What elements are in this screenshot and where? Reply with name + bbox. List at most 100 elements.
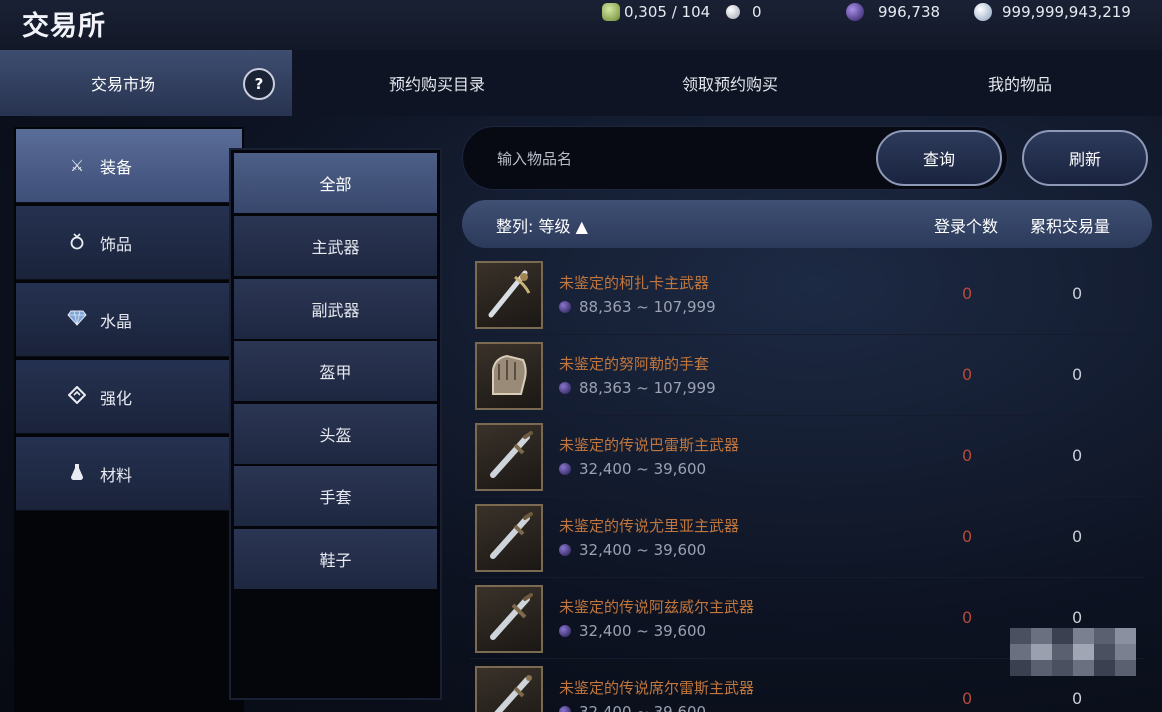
item-trade-volume: 0 [1072, 527, 1083, 546]
refresh-button[interactable]: 刷新 [1022, 130, 1148, 186]
item-price: 88,363 ~ 107,999 [559, 379, 716, 397]
tab-bar: 交易市场 ? 预约购买目录 领取预约购买 我的物品 [0, 50, 1162, 116]
weight-value: 0,305 / 104 [624, 3, 711, 21]
category-label: 水晶 [100, 311, 133, 331]
item-price-range: 32,400 ~ 39,600 [579, 703, 707, 712]
dark-gem-icon [559, 463, 571, 475]
item-trade-volume: 0 [1072, 284, 1083, 303]
dark-gem-icon [559, 382, 571, 394]
crystal-icon [66, 310, 88, 330]
subcategory-label: 全部 [319, 175, 352, 194]
item-name: 未鉴定的传说阿兹威尔主武器 [559, 598, 755, 616]
subcategory-sub-weapon[interactable]: 副武器 [234, 279, 437, 339]
tab-claim-reserve[interactable]: 领取预约购买 [582, 50, 878, 116]
category-label: 装备 [100, 157, 133, 177]
subcategory-label: 副武器 [311, 301, 360, 320]
sort-toggle[interactable]: 整列: 等级 ▲ [496, 213, 588, 237]
subcategory-gloves[interactable]: 手套 [234, 466, 437, 526]
item-name: 未鉴定的传说巴雷斯主武器 [559, 436, 740, 454]
item-registered-count: 0 [962, 689, 973, 708]
category-list: ⚔ 装备 饰品 水晶 强化 材料 [14, 127, 244, 712]
weight-display: 0,305 / 104 [602, 0, 710, 24]
column-header-registered[interactable]: 登录个数 [934, 213, 998, 237]
subcategory-label: 手套 [319, 488, 352, 507]
item-price-range: 88,363 ~ 107,999 [579, 298, 716, 316]
item-price: 88,363 ~ 107,999 [559, 298, 716, 316]
tab-my-items[interactable]: 我的物品 [878, 50, 1162, 116]
category-label: 饰品 [100, 234, 133, 254]
item-row[interactable]: 未鉴定的传说尤里亚主武器 32,400 ~ 39,600 0 0 [470, 497, 1144, 578]
ring-icon [66, 232, 88, 254]
category-equipment[interactable]: ⚔ 装备 [16, 129, 242, 203]
search-input[interactable] [497, 145, 867, 173]
sword-icon [475, 666, 543, 712]
item-price: 32,400 ~ 39,600 [559, 622, 706, 640]
item-price-range: 88,363 ~ 107,999 [579, 379, 716, 397]
item-row[interactable]: 未鉴定的柯扎卡主武器 88,363 ~ 107,999 0 0 [470, 254, 1144, 335]
item-name: 未鉴定的柯扎卡主武器 [559, 274, 710, 292]
item-price: 32,400 ~ 39,600 [559, 703, 706, 712]
tab-label: 交易市场 [90, 75, 155, 94]
pearl-icon [726, 5, 740, 19]
gauntlet-icon [475, 342, 543, 410]
category-accessories[interactable]: 饰品 [16, 206, 242, 280]
subcategory-helmet[interactable]: 头盔 [234, 404, 437, 464]
silver-coin-icon [974, 3, 992, 21]
item-name: 未鉴定的努阿勒的手套 [559, 355, 710, 373]
help-icon[interactable]: ? [243, 68, 275, 100]
category-label: 强化 [100, 388, 133, 408]
subcategory-all[interactable]: 全部 [234, 153, 437, 213]
item-price: 32,400 ~ 39,600 [559, 460, 706, 478]
dark-gem-icon [559, 625, 571, 637]
query-button[interactable]: 查询 [876, 130, 1002, 186]
item-price: 32,400 ~ 39,600 [559, 541, 706, 559]
crossed-swords-icon: ⚔ [69, 156, 85, 175]
sword-icon [475, 585, 543, 653]
item-trade-volume: 0 [1072, 608, 1083, 627]
pearl-display: 0 [726, 0, 762, 24]
page-title: 交易所 [22, 11, 106, 42]
tab-label: 我的物品 [987, 75, 1052, 94]
item-row[interactable]: 未鉴定的传说巴雷斯主武器 32,400 ~ 39,600 0 0 [470, 416, 1144, 497]
item-registered-count: 0 [962, 446, 973, 465]
subcategory-label: 主武器 [311, 238, 360, 257]
item-registered-count: 0 [962, 608, 973, 627]
dark-gem-icon [559, 544, 571, 556]
dark-gem-icon [559, 706, 571, 712]
tab-label: 预约购买目录 [388, 75, 485, 94]
gem-value: 996,738 [878, 3, 941, 21]
silver-value: 999,999,943,219 [1002, 3, 1131, 21]
item-price-range: 32,400 ~ 39,600 [579, 622, 707, 640]
weight-bag-icon [602, 3, 620, 21]
item-registered-count: 0 [962, 527, 973, 546]
tab-reserve-list[interactable]: 预约购买目录 [292, 50, 582, 116]
item-registered-count: 0 [962, 284, 973, 303]
category-enhance[interactable]: 强化 [16, 360, 242, 434]
item-trade-volume: 0 [1072, 365, 1083, 384]
item-row[interactable]: 未鉴定的努阿勒的手套 88,363 ~ 107,999 0 0 [470, 335, 1144, 416]
item-price-range: 32,400 ~ 39,600 [579, 460, 707, 478]
category-crystal[interactable]: 水晶 [16, 283, 242, 357]
potion-icon [66, 463, 88, 485]
enhance-icon [66, 385, 88, 408]
dark-gem-icon [559, 301, 571, 313]
category-label: 材料 [100, 465, 133, 485]
subcategory-label: 头盔 [319, 426, 352, 445]
category-materials[interactable]: 材料 [16, 437, 242, 511]
silver-display: 999,999,943,219 [974, 0, 1131, 24]
subcategory-armor[interactable]: 盔甲 [234, 341, 437, 401]
item-name: 未鉴定的传说席尔雷斯主武器 [559, 679, 755, 697]
column-header-volume[interactable]: 累积交易量 [1030, 213, 1110, 237]
item-registered-count: 0 [962, 365, 973, 384]
sword-icon [475, 504, 543, 572]
subcategory-shoes[interactable]: 鞋子 [234, 529, 437, 589]
top-bar: 交易所 0,305 / 104 0 996,738 999,999,943,21… [0, 0, 1162, 50]
rapier-icon [475, 261, 543, 329]
dark-gem-icon [846, 3, 864, 21]
item-price-range: 32,400 ~ 39,600 [579, 541, 707, 559]
item-trade-volume: 0 [1072, 689, 1083, 708]
item-name: 未鉴定的传说尤里亚主武器 [559, 517, 740, 535]
pixelated-watermark [1010, 628, 1136, 676]
subcategory-main-weapon[interactable]: 主武器 [234, 216, 437, 276]
pearl-value: 0 [752, 3, 762, 21]
